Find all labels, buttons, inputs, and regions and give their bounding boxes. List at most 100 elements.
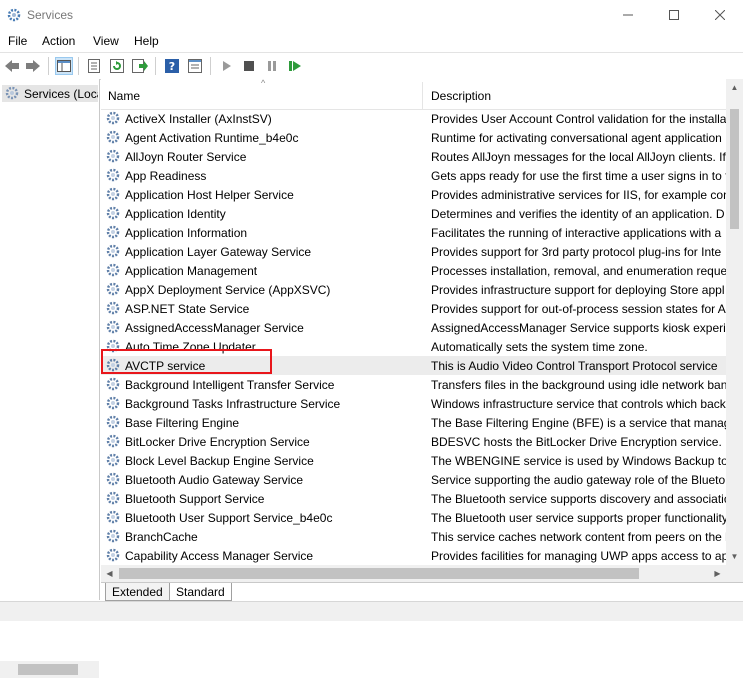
pause-button[interactable] <box>263 57 281 75</box>
table-row[interactable]: Bluetooth Audio Gateway Service Service s… <box>101 470 726 489</box>
service-description: Processes installation, removal, and enu… <box>431 264 726 278</box>
scrollbar-thumb[interactable] <box>18 664 78 675</box>
service-name: Application Identity <box>125 207 226 221</box>
menu-action[interactable]: Action <box>42 34 75 48</box>
table-row[interactable]: App Readiness Gets apps ready for use the… <box>101 166 726 185</box>
service-description: Provides support for 3rd party protocol … <box>431 245 722 259</box>
service-name: Block Level Backup Engine Service <box>125 454 314 468</box>
close-icon <box>715 10 725 20</box>
maximize-button[interactable] <box>651 0 697 30</box>
scroll-left-arrow-icon[interactable]: ◀ <box>101 565 118 582</box>
properties-icon <box>88 59 100 73</box>
table-row[interactable]: ASP.NET State Service Provides support fo… <box>101 299 726 318</box>
table-row[interactable]: Background Intelligent Transfer Service T… <box>101 375 726 394</box>
minimize-button[interactable] <box>605 0 651 30</box>
show-hide-tree-button[interactable] <box>55 57 73 75</box>
service-description: Determines and verifies the identity of … <box>431 207 725 221</box>
table-row[interactable]: Background Tasks Infrastructure Service W… <box>101 394 726 413</box>
service-description: Gets apps ready for use the first time a… <box>431 169 726 183</box>
service-gear-icon <box>106 377 120 391</box>
resume-icon <box>289 61 301 71</box>
tree-item-services-local[interactable]: Services (Local) <box>2 85 98 102</box>
help-button[interactable]: ? <box>163 57 181 75</box>
table-row[interactable]: Bluetooth Support Service The Bluetooth s… <box>101 489 726 508</box>
scroll-down-arrow-icon[interactable]: ▼ <box>726 548 743 565</box>
menu-bar: File Action View Help <box>0 30 743 52</box>
table-row[interactable]: AppX Deployment Service (AppXSVC) Provide… <box>101 280 726 299</box>
forward-button[interactable] <box>24 57 42 75</box>
minimize-icon <box>623 14 633 16</box>
service-gear-icon <box>106 301 120 315</box>
service-name: ActiveX Installer (AxInstSV) <box>125 112 272 126</box>
service-name: Application Information <box>125 226 248 240</box>
table-row[interactable]: Application Management Processes installa… <box>101 261 726 280</box>
table-row[interactable]: AssignedAccessManager Service AssignedAcc… <box>101 318 726 337</box>
scrollbar-thumb[interactable] <box>730 109 739 229</box>
resume-button[interactable] <box>286 57 304 75</box>
scrollbar-thumb[interactable] <box>119 568 639 579</box>
table-row[interactable]: AllJoyn Router Service Routes AllJoyn mes… <box>101 147 726 166</box>
back-button[interactable] <box>3 57 21 75</box>
service-description: Automatically sets the system time zone. <box>431 340 648 354</box>
tab-extended[interactable]: Extended <box>105 583 170 601</box>
start-button[interactable] <box>218 57 236 75</box>
table-row[interactable]: ActiveX Installer (AxInstSV) Provides Use… <box>101 109 726 128</box>
column-header-description[interactable]: Description <box>424 82 726 109</box>
refresh-button[interactable] <box>108 57 126 75</box>
table-row[interactable]: Application Layer Gateway Service Provide… <box>101 242 726 261</box>
scroll-right-arrow-icon[interactable]: ▶ <box>709 565 726 582</box>
table-row[interactable]: Base Filtering Engine The Base Filtering … <box>101 413 726 432</box>
horizontal-scrollbar[interactable]: ◀ ▶ <box>101 565 726 582</box>
service-description: Facilitates the running of interactive a… <box>431 226 722 240</box>
tree-horizontal-scrollbar[interactable] <box>0 661 99 678</box>
properties-button[interactable] <box>85 57 103 75</box>
service-gear-icon <box>106 263 120 277</box>
table-row[interactable]: Capability Access Manager Service Provide… <box>101 546 726 565</box>
service-description: BDESVC hosts the BitLocker Drive Encrypt… <box>431 435 726 449</box>
back-icon <box>5 60 19 72</box>
table-row[interactable]: Application Information Facilitates the r… <box>101 223 726 242</box>
service-gear-icon <box>106 529 120 543</box>
refresh-icon <box>110 59 124 73</box>
table-row[interactable]: Auto Time Zone Updater Automatically sets… <box>101 337 726 356</box>
pause-icon <box>268 61 276 71</box>
vertical-scrollbar[interactable]: ▲ ▼ <box>726 79 743 565</box>
table-row[interactable]: Block Level Backup Engine Service The WBE… <box>101 451 726 470</box>
stop-icon <box>244 61 254 71</box>
export-list-button[interactable] <box>131 57 149 75</box>
tree-pane: Services (Local) <box>0 79 100 678</box>
table-row[interactable]: Bluetooth User Support Service_b4e0c The … <box>101 508 726 527</box>
scroll-up-arrow-icon[interactable]: ▲ <box>726 79 743 96</box>
toolbar-separator <box>155 57 156 75</box>
service-description: This service caches network content from… <box>431 530 726 544</box>
table-row[interactable]: BranchCache This service caches network c… <box>101 527 726 546</box>
service-description: This is Audio Video Control Transport Pr… <box>431 359 718 373</box>
service-gear-icon <box>106 111 120 125</box>
service-description: The Bluetooth user service supports prop… <box>431 511 726 525</box>
table-row[interactable]: Agent Activation Runtime_b4e0c Runtime fo… <box>101 128 726 147</box>
table-row[interactable]: BitLocker Drive Encryption Service BDESVC… <box>101 432 726 451</box>
service-gear-icon <box>106 320 120 334</box>
service-name: ASP.NET State Service <box>125 302 250 316</box>
view-icon <box>188 59 202 73</box>
service-gear-icon <box>106 548 120 562</box>
menu-view[interactable]: View <box>93 34 119 48</box>
service-description: The WBENGINE service is used by Windows … <box>431 454 726 468</box>
service-gear-icon <box>106 339 120 353</box>
table-row[interactable]: Application Identity Determines and verif… <box>101 204 726 223</box>
column-header-name[interactable]: Name <box>101 82 423 109</box>
table-row[interactable]: Application Host Helper Service Provides … <box>101 185 726 204</box>
view-button[interactable] <box>186 57 204 75</box>
close-button[interactable] <box>697 0 743 30</box>
service-name: AppX Deployment Service (AppXSVC) <box>125 283 331 297</box>
table-row[interactable]: AVCTP service This is Audio Video Control… <box>101 356 726 375</box>
service-name: Bluetooth User Support Service_b4e0c <box>125 511 333 525</box>
service-name: BranchCache <box>125 530 198 544</box>
service-description: Provides infrastructure support for depl… <box>431 283 725 297</box>
menu-file[interactable]: File <box>8 34 27 48</box>
service-gear-icon <box>106 491 120 505</box>
tab-standard[interactable]: Standard <box>169 583 232 601</box>
stop-button[interactable] <box>240 57 258 75</box>
menu-help[interactable]: Help <box>134 34 159 48</box>
service-name: AllJoyn Router Service <box>125 150 247 164</box>
